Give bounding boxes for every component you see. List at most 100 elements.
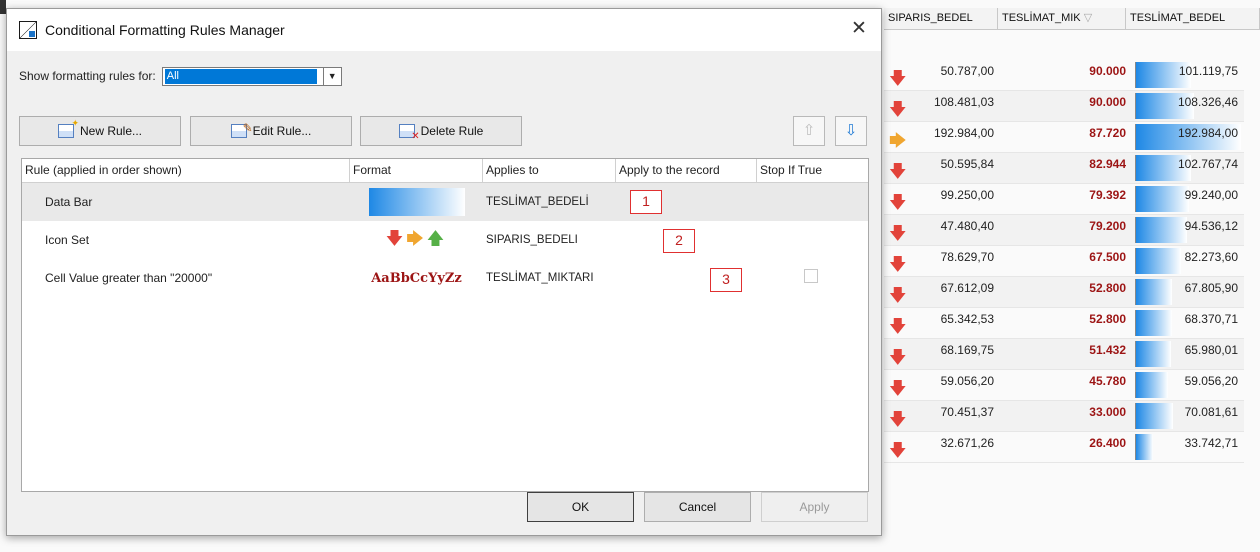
grid-row[interactable]: 🡇 70.451,37 33.000 70.081,61	[884, 401, 1244, 432]
miktar-cell[interactable]: 87.720	[998, 122, 1134, 152]
bedel-cell[interactable]: 82.273,60	[1134, 246, 1244, 276]
miktar-cell[interactable]: 33.000	[998, 401, 1134, 431]
bedel-cell[interactable]: 68.370,71	[1134, 308, 1244, 338]
col-header-apply-record[interactable]: Apply to the record	[616, 159, 757, 183]
col-header-applies-to[interactable]: Applies to	[483, 159, 616, 183]
stop-if-true-checkbox[interactable]	[804, 269, 818, 283]
bedel-value: 70.081,61	[1184, 405, 1238, 419]
show-rules-select[interactable]: All ▼	[161, 66, 342, 86]
grid-row[interactable]: 🡆 192.984,00 87.720 192.984,00	[884, 122, 1244, 153]
cancel-button[interactable]: Cancel	[644, 492, 751, 522]
miktar-cell[interactable]: 82.944	[998, 153, 1134, 183]
rule-applies-to: TESLİMAT_BEDELİ	[486, 196, 589, 208]
grid-row[interactable]: 🡇 50.787,00 90.000 101.119,75	[884, 60, 1244, 91]
bedel-value: 67.805,90	[1184, 281, 1238, 295]
bedel-cell[interactable]: 101.119,75	[1134, 60, 1244, 90]
miktar-cell[interactable]: 67.500	[998, 246, 1134, 276]
marker-3: 3	[710, 268, 742, 292]
grid-header-miktar[interactable]: TESLİMAT_MIK ▽	[998, 8, 1126, 30]
arrow-down-icon: 🡇	[889, 69, 907, 88]
new-rule-button[interactable]: New Rule...	[19, 116, 181, 146]
rule-row-cell-value[interactable]: Cell Value greater than "20000" AaBbCcYy…	[22, 259, 868, 297]
siparis-cell[interactable]: 59.056,20	[916, 370, 998, 400]
col-header-format[interactable]: Format	[350, 159, 483, 183]
dialog-title: Conditional Formatting Rules Manager	[45, 22, 285, 38]
miktar-cell[interactable]: 79.392	[998, 184, 1134, 214]
bedel-cell[interactable]: 59.056,20	[1134, 370, 1244, 400]
siparis-cell[interactable]: 47.480,40	[916, 215, 998, 245]
grid-row[interactable]: 🡇 67.612,09 52.800 67.805,90	[884, 277, 1244, 308]
chevron-down-icon[interactable]: ▼	[322, 67, 341, 85]
siparis-cell[interactable]: 70.451,37	[916, 401, 998, 431]
format-text-preview: AaBbCcYyZz	[371, 270, 462, 286]
col-header-stop-if-true[interactable]: Stop If True	[757, 159, 867, 183]
arrow-down-icon: 🡇	[889, 286, 907, 305]
bedel-cell[interactable]: 65.980,01	[1134, 339, 1244, 369]
miktar-cell[interactable]: 45.780	[998, 370, 1134, 400]
move-up-button[interactable]: ⇧	[793, 116, 825, 146]
bedel-cell[interactable]: 102.767,74	[1134, 153, 1244, 183]
databar-preview	[368, 188, 465, 216]
marker-2: 2	[663, 229, 695, 253]
siparis-cell[interactable]: 108.481,03	[916, 91, 998, 121]
close-button[interactable]: ✕	[847, 18, 871, 42]
rule-row-icon-set[interactable]: Icon Set 🡇🡆🡅 SIPARIS_BEDELI 2	[22, 221, 868, 259]
bedel-value: 65.980,01	[1184, 343, 1238, 357]
grid-row[interactable]: 🡇 65.342,53 52.800 68.370,71	[884, 308, 1244, 339]
grid-row[interactable]: 🡇 108.481,03 90.000 108.326,46	[884, 91, 1244, 122]
grid-row[interactable]: 🡇 32.671,26 26.400 33.742,71	[884, 432, 1244, 463]
databar	[1135, 186, 1189, 212]
ok-button[interactable]: OK	[527, 492, 634, 522]
arrow-down-icon: 🡇	[889, 441, 907, 460]
grid-row[interactable]: 🡇 50.595,84 82.944 102.767,74	[884, 153, 1244, 184]
siparis-cell[interactable]: 78.629,70	[916, 246, 998, 276]
miktar-cell[interactable]: 90.000	[998, 91, 1134, 121]
grid-row[interactable]: 🡇 59.056,20 45.780 59.056,20	[884, 370, 1244, 401]
bedel-value: 68.370,71	[1184, 312, 1238, 326]
miktar-cell[interactable]: 79.200	[998, 215, 1134, 245]
bedel-cell[interactable]: 94.536,12	[1134, 215, 1244, 245]
grid-header-siparis[interactable]: SIPARIS_BEDEL	[884, 8, 998, 30]
arrow-down-icon: 🡇	[889, 100, 907, 119]
siparis-cell[interactable]: 192.984,00	[916, 122, 998, 152]
siparis-cell[interactable]: 68.169,75	[916, 339, 998, 369]
siparis-cell[interactable]: 32.671,26	[916, 432, 998, 462]
bedel-cell[interactable]: 192.984,00	[1134, 122, 1244, 152]
col-header-rule[interactable]: Rule (applied in order shown)	[22, 159, 350, 183]
siparis-cell[interactable]: 67.612,09	[916, 277, 998, 307]
app-icon	[19, 21, 37, 39]
grid-row[interactable]: 🡇 99.250,00 79.392 99.240,00	[884, 184, 1244, 215]
miktar-cell[interactable]: 52.800	[998, 308, 1134, 338]
icon-cell: 🡇	[884, 339, 916, 369]
siparis-cell[interactable]: 50.787,00	[916, 60, 998, 90]
siparis-cell[interactable]: 99.250,00	[916, 184, 998, 214]
bedel-cell[interactable]: 67.805,90	[1134, 277, 1244, 307]
icon-cell: 🡇	[884, 246, 916, 276]
databar	[1135, 217, 1187, 243]
arrow-down-icon: 🡇	[889, 410, 907, 429]
grid-row[interactable]: 🡇 78.629,70 67.500 82.273,60	[884, 246, 1244, 277]
bedel-value: 101.119,75	[1178, 64, 1238, 78]
move-down-button[interactable]: ⇩	[835, 116, 867, 146]
edit-rule-button[interactable]: Edit Rule...	[190, 116, 352, 146]
miktar-cell[interactable]: 51.432	[998, 339, 1134, 369]
rules-table: Rule (applied in order shown) Format App…	[21, 158, 869, 492]
grid-header-label: TESLİMAT_MIK	[1002, 12, 1081, 24]
miktar-cell[interactable]: 90.000	[998, 60, 1134, 90]
delete-rule-button[interactable]: Delete Rule	[360, 116, 522, 146]
databar	[1135, 434, 1153, 460]
bedel-cell[interactable]: 99.240,00	[1134, 184, 1244, 214]
grid-header-bedel[interactable]: TESLİMAT_BEDEL	[1126, 8, 1260, 30]
icon-cell: 🡇	[884, 91, 916, 121]
grid-row[interactable]: 🡇 47.480,40 79.200 94.536,12	[884, 215, 1244, 246]
miktar-cell[interactable]: 26.400	[998, 432, 1134, 462]
apply-button[interactable]: Apply	[761, 492, 868, 522]
bedel-cell[interactable]: 33.742,71	[1134, 432, 1244, 462]
siparis-cell[interactable]: 50.595,84	[916, 153, 998, 183]
miktar-cell[interactable]: 52.800	[998, 277, 1134, 307]
bedel-cell[interactable]: 70.081,61	[1134, 401, 1244, 431]
bedel-cell[interactable]: 108.326,46	[1134, 91, 1244, 121]
grid-row[interactable]: 🡇 68.169,75 51.432 65.980,01	[884, 339, 1244, 370]
siparis-cell[interactable]: 65.342,53	[916, 308, 998, 338]
rule-row-data-bar[interactable]: Data Bar TESLİMAT_BEDELİ 1	[22, 183, 868, 221]
